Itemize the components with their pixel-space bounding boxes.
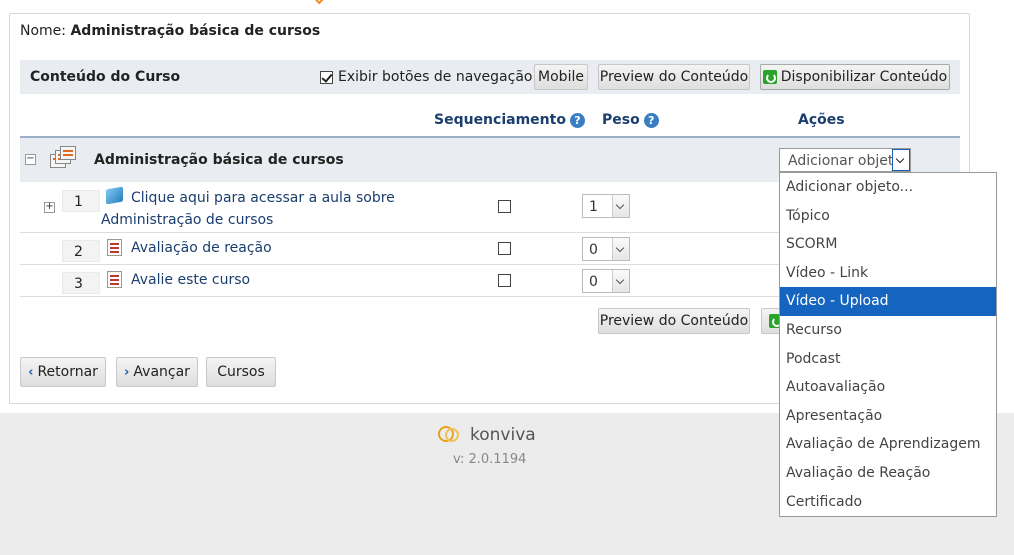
header-sequencing: Sequenciamento ?: [434, 112, 585, 128]
weight-select[interactable]: 0: [582, 237, 630, 261]
dropdown-option[interactable]: Tópico: [780, 202, 996, 231]
course-title: Administração básica de cursos: [94, 152, 344, 168]
courses-button[interactable]: Cursos: [206, 357, 276, 387]
power-icon: [762, 70, 777, 84]
chevron-down-icon: [612, 238, 629, 260]
header-sequencing-label: Sequenciamento: [434, 112, 566, 128]
evaluation-icon: [107, 239, 122, 256]
dropdown-option-highlighted[interactable]: Vídeo - Upload: [780, 287, 996, 316]
dropdown-option[interactable]: Apresentação: [780, 402, 996, 431]
nav-buttons-checkbox[interactable]: [320, 70, 333, 84]
chevron-right-icon: ›: [124, 364, 130, 380]
add-object-dropdown: Adicionar objeto... Tópico SCORM Vídeo -…: [779, 172, 997, 517]
help-icon[interactable]: ?: [643, 112, 659, 128]
dropdown-option[interactable]: Podcast: [780, 345, 996, 374]
help-icon[interactable]: ?: [569, 112, 585, 128]
row-title-link[interactable]: Avaliação de reação: [131, 237, 272, 259]
brand-name: konviva: [470, 425, 536, 445]
row-number: 1: [62, 190, 100, 212]
chevron-down-icon: [892, 149, 910, 171]
weight-select[interactable]: 0: [582, 269, 630, 293]
dropdown-option[interactable]: SCORM: [780, 230, 996, 259]
dropdown-option[interactable]: Recurso: [780, 316, 996, 345]
toolbar-title: Conteúdo do Curso: [30, 69, 181, 85]
weight-value: 0: [589, 242, 598, 258]
nav-buttons-checkbox-wrapper[interactable]: Exibir botões de navegação: [320, 69, 532, 85]
row-number: 2: [62, 240, 100, 262]
name-bar: Nome: Administração básica de cursos: [9, 13, 970, 49]
back-label: Retornar: [37, 364, 98, 380]
konviva-logo: konviva: [438, 424, 536, 446]
preview-content-button[interactable]: Preview do Conteúdo: [598, 64, 750, 90]
sequencing-checkbox[interactable]: [498, 200, 511, 213]
sequencing-checkbox[interactable]: [498, 274, 511, 287]
dropdown-option[interactable]: Avaliação de Aprendizagem: [780, 430, 996, 459]
add-object-select[interactable]: Adicionar objeto...: [779, 148, 911, 172]
weight-value: 0: [589, 274, 598, 290]
content-toolbar: Conteúdo do Curso Exibir botões de naveg…: [20, 60, 960, 94]
publish-content-label: Disponibilizar Conteúdo: [780, 69, 948, 85]
row-title-link[interactable]: Avalie este curso: [131, 269, 250, 291]
expand-icon[interactable]: +: [44, 202, 55, 213]
chevron-down-icon: [612, 270, 629, 292]
nav-buttons-checkbox-label: Exibir botões de navegação: [338, 69, 533, 85]
chevron-left-icon: ‹: [28, 364, 34, 380]
konviva-logo-icon: [438, 424, 464, 446]
dropdown-option[interactable]: Autoavaliação: [780, 373, 996, 402]
dropdown-option[interactable]: Vídeo - Link: [780, 259, 996, 288]
next-label: Avançar: [133, 364, 190, 380]
mobile-button[interactable]: Mobile: [534, 64, 588, 90]
weight-select[interactable]: 1: [582, 194, 630, 218]
row-title-link-line2[interactable]: Administração de cursos: [101, 209, 273, 231]
weight-value: 1: [589, 199, 598, 215]
sequencing-checkbox[interactable]: [498, 242, 511, 255]
header-weight: Peso ?: [602, 112, 659, 128]
row-title-link[interactable]: Clique aqui para acessar a aula sobre: [131, 187, 395, 209]
version-text: v: 2.0.1194: [453, 452, 527, 467]
header-actions-label: Ações: [798, 112, 845, 128]
dropdown-option[interactable]: Adicionar objeto...: [780, 173, 996, 202]
evaluation-icon: [107, 271, 122, 288]
header-weight-label: Peso: [602, 112, 640, 128]
next-button[interactable]: › Avançar: [116, 357, 198, 387]
name-value: Administração básica de cursos: [70, 23, 321, 39]
row-number: 3: [62, 272, 100, 294]
course-structure-icon: [50, 146, 76, 170]
bottom-preview-content-button[interactable]: Preview do Conteúdo: [598, 308, 750, 334]
collapse-icon[interactable]: −: [25, 154, 36, 165]
back-button[interactable]: ‹ Retornar: [20, 357, 106, 387]
name-label: Nome:: [20, 23, 67, 39]
dropdown-option[interactable]: Avaliação de Reação: [780, 459, 996, 488]
header-actions: Ações: [798, 112, 845, 128]
dropdown-option[interactable]: Certificado: [780, 488, 996, 517]
chevron-down-icon: [612, 195, 629, 217]
publish-content-button[interactable]: Disponibilizar Conteúdo: [760, 64, 950, 90]
cube-icon: [104, 186, 126, 206]
